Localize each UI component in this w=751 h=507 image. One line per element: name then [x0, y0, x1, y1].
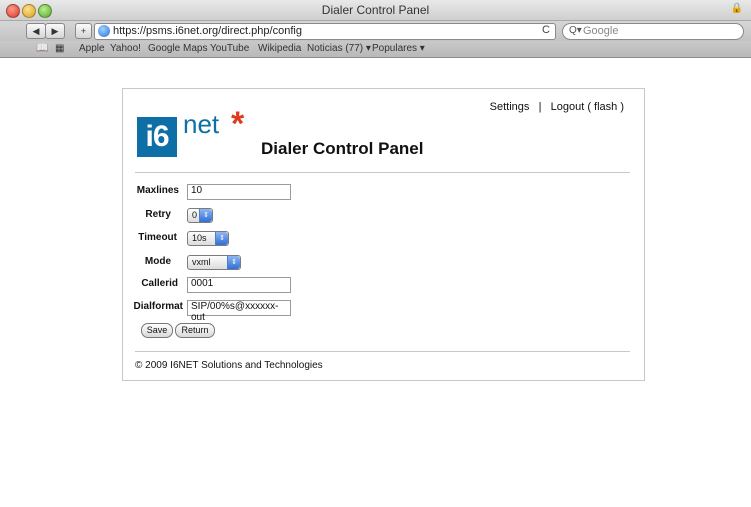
logo-mark: i6	[137, 117, 177, 157]
reading-list-icon[interactable]: 📖	[36, 43, 48, 54]
bookmark-google-maps[interactable]: Google Maps	[148, 43, 207, 54]
bookmark-noticias[interactable]: Noticias (77) ▾	[307, 43, 371, 54]
bookmark-populares[interactable]: Populares ▾	[372, 43, 425, 54]
add-bookmark-button[interactable]: +	[75, 23, 92, 39]
retry-value: 0	[192, 210, 198, 220]
return-button[interactable]: Return	[175, 323, 215, 338]
link-separator: |	[538, 101, 542, 113]
retry-label: Retry	[145, 209, 171, 220]
page-content: Settings | Logout ( flash ) i6 net * Dia…	[0, 58, 751, 507]
search-icon: Q▾	[569, 25, 582, 36]
timeout-label: Timeout	[138, 232, 177, 243]
browser-toolbar: ◀ ▶ + https://psms.i6net.org/direct.php/…	[0, 21, 751, 41]
forward-button[interactable]: ▶	[45, 23, 65, 39]
bookmark-yahoo[interactable]: Yahoo!	[110, 43, 141, 54]
select-arrows-icon: ⇕	[215, 232, 228, 245]
title-bar: Dialer Control Panel 🔒	[0, 0, 751, 21]
lock-icon: 🔒	[730, 3, 743, 14]
header-divider	[135, 172, 630, 173]
reload-icon[interactable]: C	[542, 24, 550, 36]
timeout-select[interactable]: 10s ⇕	[187, 231, 229, 246]
i6net-logo: i6 net *	[137, 105, 277, 159]
footer-divider	[135, 351, 630, 352]
address-bar[interactable]: https://psms.i6net.org/direct.php/config…	[94, 23, 556, 40]
bookmark-wikipedia[interactable]: Wikipedia	[258, 43, 301, 54]
bookmark-apple[interactable]: Apple	[79, 43, 105, 54]
top-sites-grid-icon[interactable]: ▦	[55, 43, 64, 54]
back-button[interactable]: ◀	[26, 23, 46, 39]
callerid-input[interactable]: 0001	[187, 277, 291, 293]
window-title: Dialer Control Panel	[321, 3, 430, 17]
copyright-footer: © 2009 I6NET Solutions and Technologies	[135, 360, 323, 371]
save-button[interactable]: Save	[141, 323, 173, 338]
dialformat-label: Dialformat	[133, 301, 183, 312]
retry-select[interactable]: 0 ⇕	[187, 208, 213, 223]
select-arrows-icon: ⇕	[199, 209, 212, 222]
bookmarks-bar: 📖 ▦ Apple Yahoo! Google Maps YouTube Wik…	[0, 41, 751, 58]
logout-link[interactable]: Logout ( flash )	[551, 101, 624, 113]
mode-value: vxml	[192, 257, 211, 267]
globe-icon	[98, 25, 110, 37]
mode-select[interactable]: vxml ⇕	[187, 255, 241, 270]
bookmark-youtube[interactable]: YouTube	[210, 43, 249, 54]
dialer-panel: Settings | Logout ( flash ) i6 net * Dia…	[122, 88, 645, 381]
search-field[interactable]: Q▾ Google	[562, 23, 744, 40]
page-title: Dialer Control Panel	[261, 139, 424, 158]
maxlines-label: Maxlines	[136, 185, 179, 196]
dialformat-input[interactable]: SIP/00%s@xxxxxx-out	[187, 300, 291, 323]
mode-label: Mode	[144, 256, 171, 267]
maxlines-input[interactable]: 10	[187, 184, 291, 200]
browser-window: Dialer Control Panel 🔒 ◀ ▶ + https://psm…	[0, 0, 751, 507]
top-links: Settings | Logout ( flash )	[490, 101, 624, 113]
search-placeholder: Google	[583, 25, 619, 37]
logo-star-icon: *	[231, 105, 245, 143]
settings-link[interactable]: Settings	[490, 101, 530, 113]
url-text: https://psms.i6net.org/direct.php/config	[113, 25, 302, 37]
logo-text: net	[183, 109, 220, 139]
select-arrows-icon: ⇕	[227, 256, 240, 269]
timeout-value: 10s	[192, 233, 207, 243]
callerid-label: Callerid	[141, 278, 178, 289]
